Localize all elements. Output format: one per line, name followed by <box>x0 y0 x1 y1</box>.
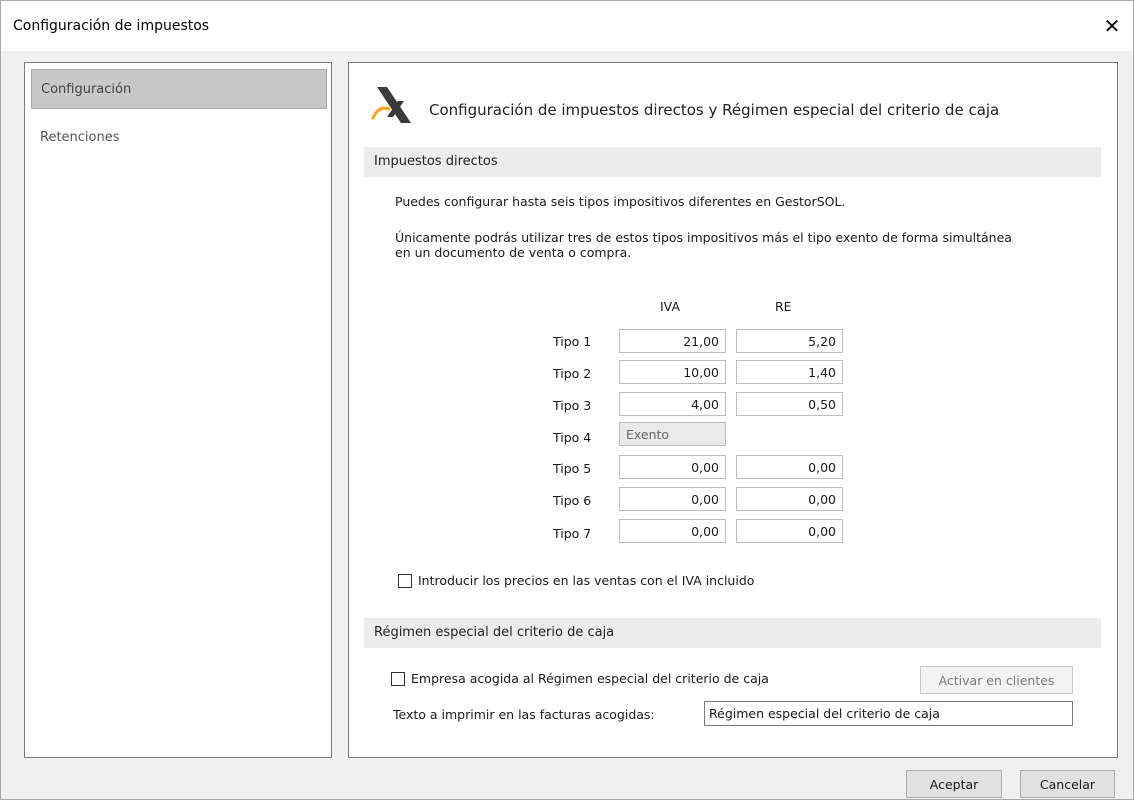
close-icon[interactable]: ✕ <box>1097 11 1127 41</box>
sidebar: Configuración Retenciones <box>24 62 332 758</box>
section-header-cash-regime: Régimen especial del criterio de caja <box>364 618 1101 648</box>
re-tipo-6-input[interactable] <box>736 487 843 511</box>
tax-agency-logo-icon <box>371 87 411 123</box>
re-tipo-3-input[interactable] <box>736 392 843 416</box>
accept-button[interactable]: Aceptar <box>906 770 1002 798</box>
cash-regime-checkbox[interactable] <box>391 671 405 686</box>
info-text-2b: en un documento de venta o compra. <box>395 245 632 260</box>
row-label-tipo-2: Tipo 2 <box>553 366 592 381</box>
page-title: Configuración de impuestos directos y Ré… <box>429 101 1000 119</box>
sidebar-item-label: Retenciones <box>40 130 120 145</box>
section-title: Impuestos directos <box>374 154 498 169</box>
re-tipo-1-input[interactable] <box>736 329 843 353</box>
row-label-tipo-1: Tipo 1 <box>553 334 592 349</box>
include-vat-checkbox[interactable] <box>398 573 412 588</box>
info-text-2a: Únicamente podrás utilizar tres de estos… <box>395 230 1012 245</box>
cash-regime-checkbox-label: Empresa acogida al Régimen especial del … <box>411 671 769 686</box>
row-label-tipo-5: Tipo 5 <box>553 461 592 476</box>
row-label-tipo-7: Tipo 7 <box>553 526 592 541</box>
cancel-button[interactable]: Cancelar <box>1020 770 1115 798</box>
iva-tipo-1-input[interactable] <box>619 329 726 353</box>
iva-tipo-3-input[interactable] <box>619 392 726 416</box>
re-tipo-7-input[interactable] <box>736 519 843 543</box>
sidebar-item-retenciones[interactable]: Retenciones <box>31 118 327 158</box>
print-text-label: Texto a imprimir en las facturas acogida… <box>393 707 655 722</box>
section-title: Régimen especial del criterio de caja <box>374 625 615 640</box>
iva-tipo-2-input[interactable] <box>619 360 726 384</box>
iva-tipo-6-input[interactable] <box>619 487 726 511</box>
column-header-re: RE <box>775 299 792 314</box>
iva-tipo-7-input[interactable] <box>619 519 726 543</box>
re-tipo-2-input[interactable] <box>736 360 843 384</box>
sidebar-item-label: Configuración <box>41 82 132 97</box>
row-label-tipo-6: Tipo 6 <box>553 493 592 508</box>
re-tipo-5-input[interactable] <box>736 455 843 479</box>
tax-config-dialog: Configuración de impuestos ✕ Configuraci… <box>0 0 1134 800</box>
window-title: Configuración de impuestos <box>13 18 210 34</box>
cash-regime-checkbox-row[interactable]: Empresa acogida al Régimen especial del … <box>391 671 769 686</box>
column-header-iva: IVA <box>660 299 680 314</box>
title-bar: Configuración de impuestos ✕ <box>1 1 1133 51</box>
sidebar-item-configuracion[interactable]: Configuración <box>31 69 327 109</box>
include-vat-label: Introducir los precios en las ventas con… <box>418 573 755 588</box>
section-header-direct-taxes: Impuestos directos <box>364 147 1101 177</box>
info-text-1: Puedes configurar hasta seis tipos impos… <box>395 194 846 209</box>
activate-in-clients-button[interactable]: Activar en clientes <box>920 666 1073 694</box>
row-label-tipo-4: Tipo 4 <box>553 430 592 445</box>
iva-tipo-4-input <box>619 422 726 446</box>
row-label-tipo-3: Tipo 3 <box>553 398 592 413</box>
main-panel: Configuración de impuestos directos y Ré… <box>348 62 1118 758</box>
include-vat-checkbox-row[interactable]: Introducir los precios en las ventas con… <box>398 573 754 588</box>
print-text-input[interactable] <box>704 701 1073 726</box>
iva-tipo-5-input[interactable] <box>619 455 726 479</box>
